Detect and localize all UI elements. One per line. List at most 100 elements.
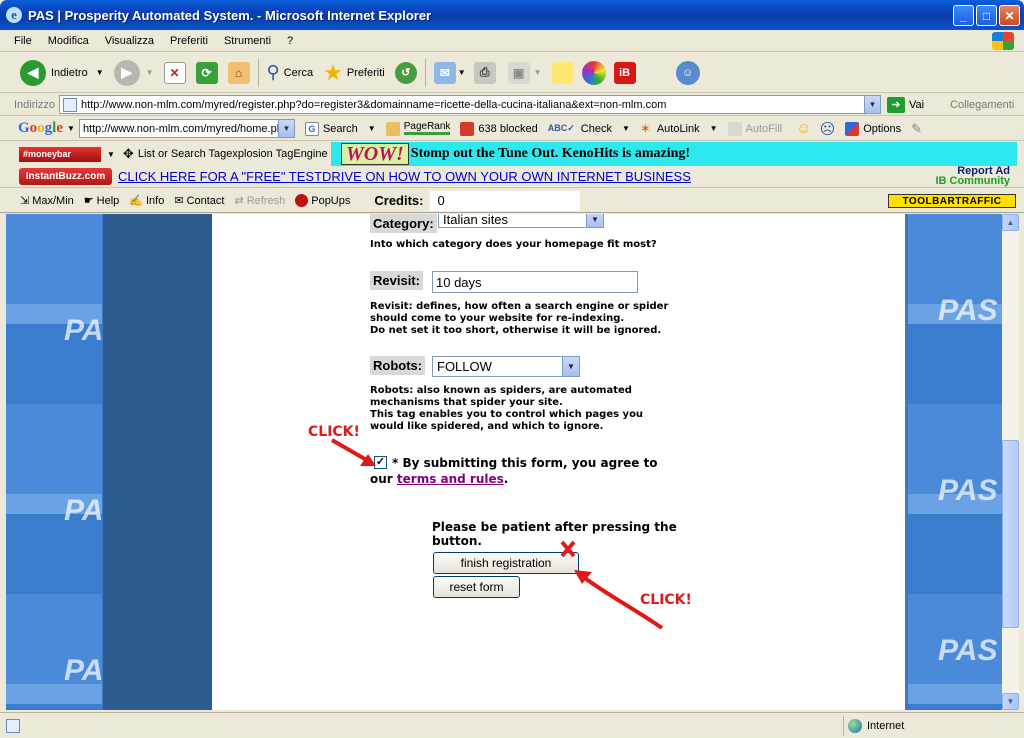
options-button[interactable]: Options (845, 121, 902, 136)
menu-tools[interactable]: Strumenti (224, 35, 271, 47)
minimize-button[interactable]: _ (953, 5, 974, 26)
menu-edit[interactable]: Modifica (48, 35, 89, 47)
popups-icon (295, 194, 309, 207)
annotation-arrows (330, 438, 664, 630)
moneybar-logo[interactable]: #moneybar (19, 146, 101, 162)
scroll-thumb[interactable] (1002, 440, 1019, 628)
popups-button[interactable]: PopUps (295, 194, 350, 207)
refresh-icon[interactable]: ⟳ (195, 61, 218, 84)
scroll-down-button[interactable]: ▼ (1002, 693, 1019, 710)
toolbartraffic-logo[interactable]: TOOLBARTRAFFIC (888, 194, 1016, 208)
address-input[interactable]: http://www.non-mlm.com/myred/register.ph… (58, 95, 881, 114)
refresh-button[interactable]: ⇄ Refresh (234, 194, 285, 208)
blocked-icon (460, 121, 475, 136)
favorites-button[interactable]: ★ Preferiti (323, 60, 385, 86)
maxmin-icon: ⇲ (20, 195, 30, 207)
star-icon: ★ (323, 59, 343, 85)
pencil-highlight-icon[interactable]: ✎ (911, 121, 922, 137)
menu-favorites[interactable]: Preferiti (170, 35, 208, 47)
go-label: Vai (908, 98, 925, 111)
contact-label: Contact (186, 194, 225, 207)
standard-toolbar: ◀ Indietro ▼ ▶ ▼ ✕ ⟳ ⌂ ⚲ Cerca ★ Preferi… (0, 53, 1024, 93)
testdrive-link[interactable]: CLICK HERE FOR A "FREE" TESTDRIVE ON HOW… (118, 169, 691, 184)
menu-view[interactable]: Visualizza (105, 35, 154, 47)
back-button[interactable]: ◀ Indietro ▼ (20, 59, 104, 86)
edit-icon[interactable]: ▣ (507, 61, 530, 84)
tag-icon: ✥ (122, 146, 134, 161)
edit-dropdown-icon[interactable]: ▼ (534, 68, 542, 77)
ib-community-link[interactable]: IB Community (935, 176, 1010, 187)
arrow-2-shaft (580, 574, 664, 630)
wand-icon: ✶ (639, 120, 651, 136)
search-dropdown-icon[interactable]: ▼ (368, 124, 376, 133)
magnifier-icon: ⚲ (266, 62, 280, 82)
forward-button[interactable]: ▶ ▼ (113, 59, 154, 86)
autolink-button[interactable]: ✶ AutoLink ▼ (640, 121, 718, 137)
help-button[interactable]: ☛ Help (84, 194, 120, 208)
options-icon (845, 121, 860, 136)
maxmin-button[interactable]: ⇲ Max/Min (20, 194, 74, 208)
options-label: Options (863, 122, 902, 135)
spell-check-button[interactable]: ABC✓ Check ▼ (548, 123, 630, 135)
vertical-scrollbar[interactable]: ▲ ▼ (1002, 214, 1019, 710)
maximize-button[interactable]: □ (976, 5, 997, 26)
links-button[interactable]: Collegamenti (950, 99, 1014, 111)
google-dropdown-icon[interactable]: ▼ (67, 124, 75, 133)
contact-button[interactable]: ✉ Contact (174, 194, 225, 208)
close-button[interactable]: ✕ (999, 5, 1020, 26)
autofill-label: AutoFill (745, 122, 783, 135)
wow-ad-text: Stomp out the Tune Out. KenoHits is amaz… (410, 146, 691, 161)
google-g-icon: G (304, 121, 319, 136)
autofill-button[interactable]: AutoFill (727, 121, 783, 136)
arrow-1-shaft (330, 438, 372, 464)
go-button[interactable]: ➔ Vai (886, 96, 925, 113)
moneybar-dropdown-icon[interactable]: ▼ (107, 150, 115, 159)
print-icon[interactable]: ⎙ (473, 61, 496, 84)
contact-icon: ✉ (174, 195, 184, 207)
mail-dropdown-icon[interactable]: ▼ (458, 68, 466, 77)
tagexplosion-toolbar: #moneybar ▼ ✥ List or Search Tagexplosio… (0, 142, 1024, 166)
menu-help[interactable]: ? (287, 35, 293, 47)
address-url: http://www.non-mlm.com/myred/register.ph… (80, 98, 667, 111)
ib-icon[interactable]: iB (613, 61, 636, 84)
info-label: Info (145, 194, 165, 207)
pagerank-indicator[interactable]: PageRank (385, 121, 451, 136)
history-icon[interactable]: ↺ (394, 61, 417, 84)
menu-file[interactable]: File (14, 35, 32, 47)
stop-icon[interactable]: ✕ (163, 61, 186, 84)
address-dropdown-icon[interactable]: ▼ (863, 96, 880, 113)
security-zone: Internet (843, 716, 904, 736)
home-icon[interactable]: ⌂ (227, 61, 250, 84)
tagengine-link[interactable]: List or Search Tagexplosion TagEngine (138, 148, 328, 160)
google-logo[interactable]: Google (18, 120, 63, 137)
forward-dropdown-icon[interactable]: ▼ (146, 68, 154, 77)
frown-icon[interactable]: ☹ (820, 120, 836, 138)
wow-ad-banner[interactable]: WOW! Stomp out the Tune Out. KenoHits is… (331, 142, 1017, 166)
toolbartraffic-bar: ⇲ Max/Min ☛ Help ✍ Info ✉ Contact ⇄ Refr… (0, 189, 1024, 213)
back-dropdown-icon[interactable]: ▼ (96, 68, 104, 77)
favorites-label: Preferiti (346, 66, 385, 79)
windows-logo-icon (992, 32, 1014, 50)
google-input-dropdown-icon[interactable]: ▼ (277, 120, 294, 137)
globe-icon (848, 719, 862, 733)
address-bar: Indirizzo http://www.non-mlm.com/myred/r… (0, 94, 1024, 116)
search-button[interactable]: ⚲ Cerca (267, 62, 314, 83)
instantbuzz-logo[interactable]: InstantBuzz.com (19, 168, 112, 185)
status-bar: Internet (0, 712, 1024, 738)
autolink-dropdown-icon[interactable]: ▼ (710, 124, 718, 133)
color-wheel-icon[interactable] (581, 60, 606, 85)
mail-icon[interactable]: ✉ (433, 61, 456, 84)
smiley-icon[interactable]: ☺ (796, 120, 811, 137)
messenger-icon[interactable]: ☺ (675, 60, 700, 85)
menu-bar: File Modifica Visualizza Preferiti Strum… (0, 30, 1024, 52)
google-search-input[interactable]: http://www.non-mlm.com/myred/home.php ▼ (78, 119, 295, 138)
popup-blocker[interactable]: 638 blocked (460, 121, 538, 136)
help-label: Help (96, 194, 120, 207)
check-dropdown-icon[interactable]: ▼ (622, 124, 630, 133)
pencil-icon (385, 121, 400, 136)
scroll-up-button[interactable]: ▲ (1002, 214, 1019, 231)
note-icon[interactable] (551, 61, 574, 84)
info-button[interactable]: ✍ Info (129, 194, 165, 208)
google-search-button[interactable]: G Search ▼ (304, 121, 376, 136)
credits-value: 0 (429, 190, 580, 211)
